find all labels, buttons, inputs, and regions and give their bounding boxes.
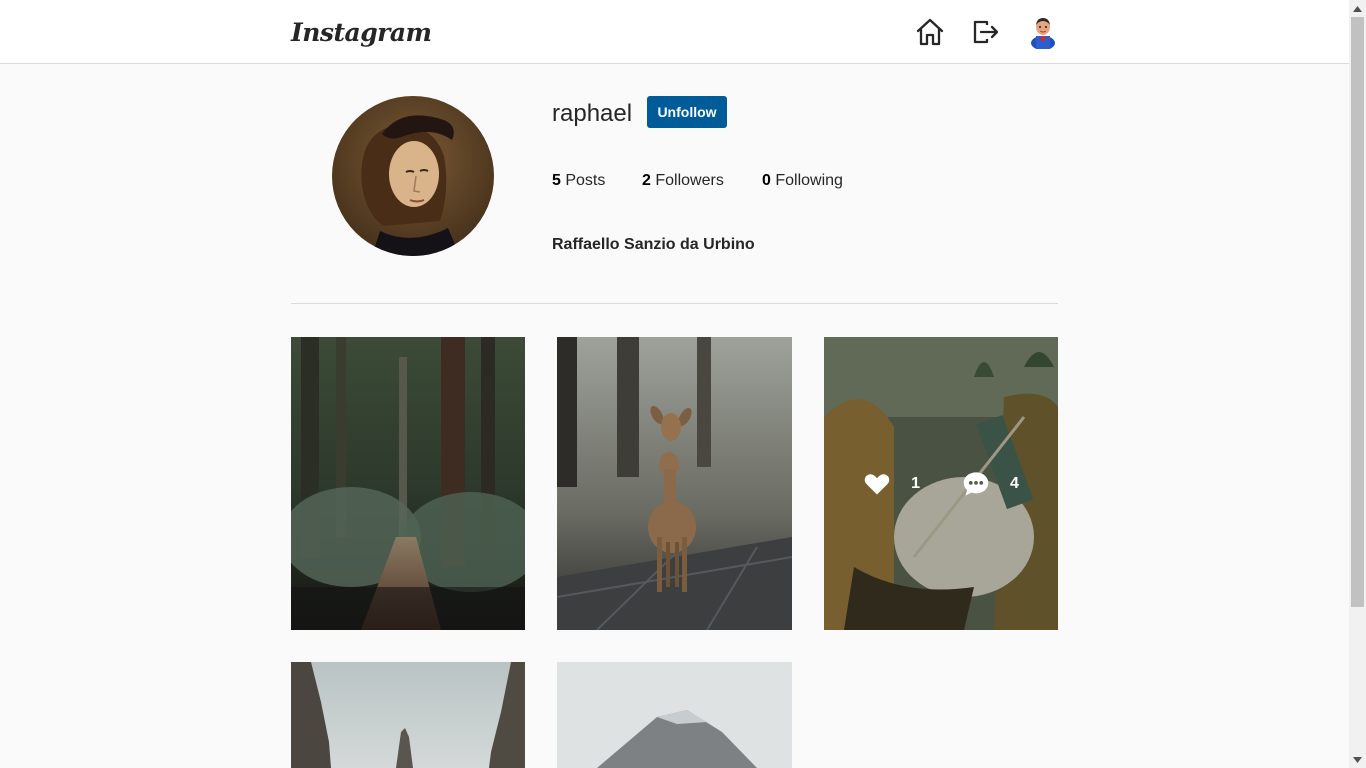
forest-photo (291, 337, 525, 630)
deer-photo (557, 337, 792, 630)
posts-label: Posts (565, 172, 606, 189)
mountain-photo (557, 662, 792, 768)
scrollbar-thumb[interactable] (1351, 17, 1364, 607)
likes-count: 1 (911, 474, 920, 492)
user-avatar[interactable] (1027, 15, 1059, 49)
profile-full-name: Raffaello Sanzio da Urbino (552, 236, 755, 253)
logout-icon[interactable] (970, 16, 1002, 48)
post-thumbnail-forest[interactable] (291, 337, 525, 630)
comments-indicator: 4 (962, 470, 1019, 498)
likes-indicator: 1 (863, 470, 920, 498)
followers-count-stat: 2 Followers (642, 171, 724, 191)
post-thumbnail-painting[interactable]: 1 4 (824, 337, 1058, 630)
profile-divider (291, 303, 1058, 304)
profile-avatar (332, 96, 494, 256)
page-scrollbar[interactable] (1349, 0, 1366, 768)
comments-count: 4 (1010, 474, 1019, 492)
following-label: Following (775, 172, 843, 189)
profile-username: raphael (552, 100, 633, 127)
unfollow-button[interactable]: Unfollow (647, 96, 727, 128)
scroll-up-arrow-icon[interactable] (1349, 0, 1366, 17)
top-navbar: Instagram (0, 0, 1349, 64)
scroll-down-arrow-icon[interactable] (1349, 751, 1366, 768)
followers-count: 2 (642, 172, 651, 189)
posts-count-stat: 5 Posts (552, 171, 605, 191)
instagram-logo[interactable]: Instagram (291, 14, 432, 52)
comment-bubble-icon (963, 471, 989, 496)
following-count-stat: 0 Following (762, 171, 843, 191)
rocks-photo (291, 662, 525, 768)
post-thumbnail-mountain[interactable] (557, 662, 792, 768)
post-thumbnail-deer[interactable] (557, 337, 792, 630)
heart-icon (864, 473, 890, 494)
following-count: 0 (762, 172, 771, 189)
post-thumbnail-rocks[interactable] (291, 662, 525, 768)
home-icon[interactable] (914, 16, 946, 48)
post-hover-overlay[interactable]: 1 4 (824, 337, 1058, 630)
followers-label: Followers (655, 172, 724, 189)
posts-count: 5 (552, 172, 561, 189)
